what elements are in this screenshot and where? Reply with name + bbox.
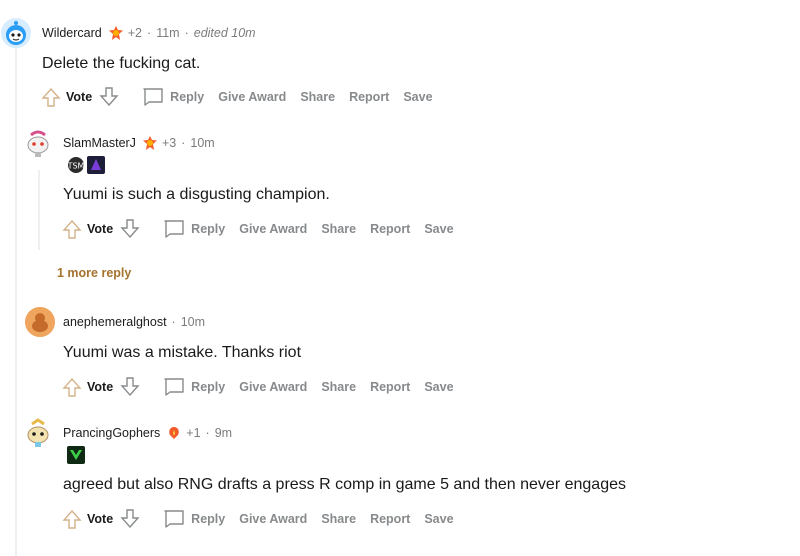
username[interactable]: SlamMasterJ bbox=[63, 136, 136, 150]
snoo-avatar-icon bbox=[1, 18, 31, 48]
award-icon[interactable] bbox=[142, 135, 158, 151]
snoo-avatar-icon bbox=[27, 418, 49, 447]
timestamp[interactable]: 10m bbox=[190, 136, 214, 150]
give-award-button[interactable]: Give Award bbox=[239, 512, 307, 526]
upvote-icon[interactable] bbox=[61, 376, 83, 398]
edited-timestamp: edited 10m bbox=[193, 26, 256, 40]
snoo-avatar-icon bbox=[27, 130, 49, 157]
award-icon[interactable] bbox=[108, 25, 124, 41]
comment-meta: Wildercard +2 · 11m · edited 10m bbox=[42, 25, 256, 41]
avatar[interactable] bbox=[23, 418, 53, 448]
team-logo-icon: TSM bbox=[67, 157, 85, 173]
separator: · bbox=[171, 315, 176, 329]
more-replies-link[interactable]: 1 more reply bbox=[57, 266, 131, 280]
points: +2 bbox=[127, 26, 143, 40]
reply-label: Reply bbox=[191, 512, 226, 526]
comment-meta: PrancingGophers +1 · 9m bbox=[63, 425, 232, 441]
comment-actions: Vote Reply Give Award Share Report Save bbox=[61, 376, 468, 398]
downvote-icon[interactable] bbox=[119, 376, 141, 398]
thread-line-reply[interactable] bbox=[38, 170, 40, 250]
avatar[interactable] bbox=[1, 18, 31, 48]
timestamp[interactable]: 11m bbox=[156, 26, 179, 40]
reply-label: Reply bbox=[191, 380, 226, 394]
share-button[interactable]: Share bbox=[300, 90, 335, 104]
avatar[interactable] bbox=[23, 128, 53, 158]
comment-meta: SlamMasterJ +3 · 10m bbox=[63, 135, 215, 151]
save-button[interactable]: Save bbox=[424, 512, 453, 526]
comment-body: agreed but also RNG drafts a press R com… bbox=[63, 476, 626, 493]
vote-count: Vote bbox=[87, 222, 114, 236]
timestamp[interactable]: 10m bbox=[181, 315, 205, 329]
report-button[interactable]: Report bbox=[370, 512, 410, 526]
comment-actions: Vote Reply Give Award Share Report Save bbox=[40, 86, 447, 108]
downvote-icon[interactable] bbox=[98, 86, 120, 108]
give-award-button[interactable]: Give Award bbox=[218, 90, 286, 104]
separator: · bbox=[147, 26, 152, 40]
downvote-icon[interactable] bbox=[119, 508, 141, 530]
user-flair bbox=[67, 446, 85, 464]
save-button[interactable]: Save bbox=[403, 90, 432, 104]
comment-actions: Vote Reply Give Award Share Report Save bbox=[61, 218, 468, 240]
separator: · bbox=[181, 136, 186, 150]
comment-body: Delete the fucking cat. bbox=[42, 55, 201, 72]
report-button[interactable]: Report bbox=[349, 90, 389, 104]
reply-button[interactable]: Reply bbox=[142, 87, 204, 107]
avatar[interactable] bbox=[25, 307, 55, 337]
username[interactable]: anephemeralghost bbox=[63, 315, 167, 329]
thread-line-root[interactable] bbox=[15, 46, 17, 556]
default-snoo-avatar-icon bbox=[25, 307, 55, 337]
share-button[interactable]: Share bbox=[321, 222, 356, 236]
username[interactable]: Wildercard bbox=[42, 26, 102, 40]
username[interactable]: PrancingGophers bbox=[63, 426, 160, 440]
reply-button[interactable]: Reply bbox=[163, 219, 225, 239]
award-icon[interactable] bbox=[166, 425, 182, 441]
champion-icon bbox=[67, 446, 85, 464]
upvote-icon[interactable] bbox=[61, 508, 83, 530]
comment-body: Yuumi is such a disgusting champion. bbox=[63, 186, 330, 203]
separator: · bbox=[205, 426, 210, 440]
share-button[interactable]: Share bbox=[321, 512, 356, 526]
save-button[interactable]: Save bbox=[424, 380, 453, 394]
comment-bubble-icon bbox=[164, 220, 184, 238]
report-button[interactable]: Report bbox=[370, 380, 410, 394]
vote-count: Vote bbox=[66, 90, 93, 104]
comment-actions: Vote Reply Give Award Share Report Save bbox=[61, 508, 468, 530]
downvote-icon[interactable] bbox=[119, 218, 141, 240]
upvote-icon[interactable] bbox=[61, 218, 83, 240]
report-button[interactable]: Report bbox=[370, 222, 410, 236]
vote-count: Vote bbox=[87, 512, 114, 526]
give-award-button[interactable]: Give Award bbox=[239, 222, 307, 236]
comment-bubble-icon bbox=[143, 88, 163, 106]
points: +1 bbox=[186, 426, 201, 440]
svg-text:TSM: TSM bbox=[67, 162, 85, 171]
share-button[interactable]: Share bbox=[321, 380, 356, 394]
save-button[interactable]: Save bbox=[424, 222, 453, 236]
comment-body: Yuumi was a mistake. Thanks riot bbox=[63, 344, 302, 361]
comment-bubble-icon bbox=[164, 510, 184, 528]
comment-bubble-icon bbox=[164, 378, 184, 396]
reply-button[interactable]: Reply bbox=[163, 509, 225, 529]
reply-label: Reply bbox=[170, 90, 205, 104]
upvote-icon[interactable] bbox=[40, 86, 62, 108]
reply-label: Reply bbox=[191, 222, 226, 236]
points: +3 bbox=[161, 136, 177, 150]
give-award-button[interactable]: Give Award bbox=[239, 380, 307, 394]
reply-button[interactable]: Reply bbox=[163, 377, 225, 397]
comment-meta: anephemeralghost · 10m bbox=[63, 315, 205, 329]
separator: · bbox=[184, 26, 189, 40]
timestamp[interactable]: 9m bbox=[215, 426, 232, 440]
vote-count: Vote bbox=[87, 380, 114, 394]
user-flair: TSM bbox=[67, 156, 105, 174]
champion-icon bbox=[87, 156, 105, 174]
